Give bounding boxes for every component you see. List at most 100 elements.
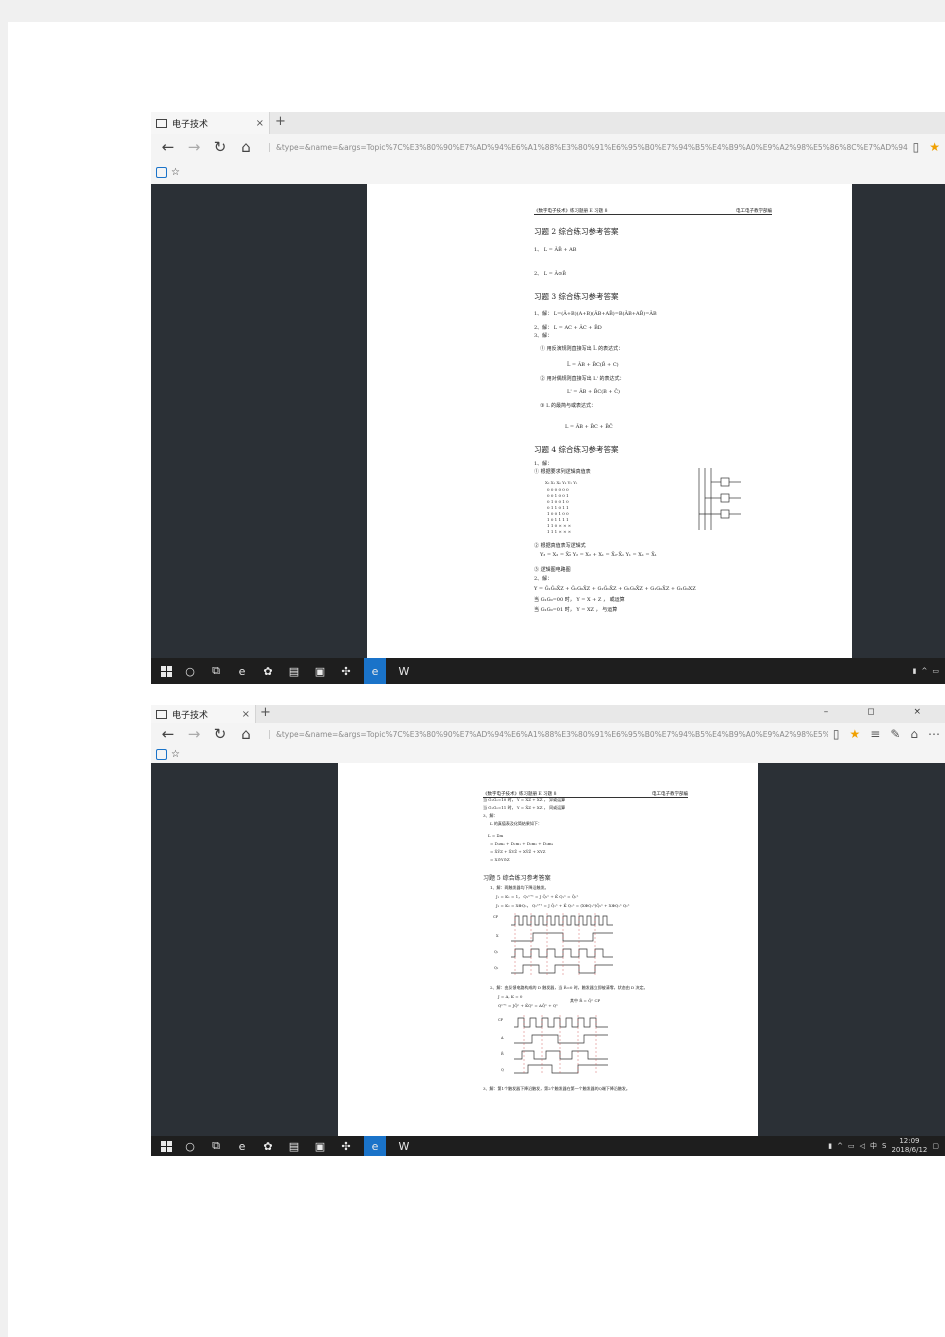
sogou-icon[interactable]: S (882, 1142, 886, 1150)
store-icon[interactable]: ▣ (312, 1140, 328, 1153)
formula-line: = D₀m₀ + D₁m₁ + D₂m₂ + D₃m₃ (490, 841, 554, 846)
answer-line: L 的真值表及化简结果如下： (490, 821, 542, 826)
tab-title: 电子技术 (172, 710, 209, 721)
answer-line: 1、解： (534, 461, 553, 467)
tab-close-icon[interactable]: × (242, 709, 250, 720)
answer-line: ① 用反演规则直接写出 L̄ 的表达式： (540, 346, 624, 352)
back-arrow-icon[interactable]: ← (159, 725, 177, 743)
answer-line: 3、解： (534, 333, 553, 339)
wave-label: Q₂ (494, 966, 499, 970)
refresh-icon[interactable]: ↻ (211, 725, 229, 743)
reading-view-icon[interactable]: ▯ (833, 727, 840, 741)
show-hidden-icons-icon[interactable]: ^ (837, 1142, 843, 1150)
answer-line: 当 G₁G₀=10 时， Y = X̄Z + X̄Z ， 异或运算 (483, 797, 566, 802)
forward-arrow-icon[interactable]: → (185, 138, 203, 156)
battery-icon[interactable]: ▮ (913, 667, 917, 675)
answer-line: ② 根据真值表写逻辑式 (534, 543, 586, 549)
formula-line: J₁ = K₁ = 1， Q₁ⁿ⁺¹ = J Q̄₁ⁿ + K̄ Q₁ⁿ = Q… (496, 894, 579, 899)
reader-icon[interactable] (156, 166, 167, 178)
truth-table-row: 0 1 0 0 1 0 (547, 499, 569, 504)
taskbar: ○ ⧉ e ✿ ▤ ▣ ✣ e W ▮ ^ ▭ ◁ 中 S 12:09 2018… (151, 1136, 945, 1156)
page-icon (156, 709, 167, 719)
cortana-icon[interactable]: ○ (182, 1140, 198, 1153)
favorites-star-icon[interactable]: ☆ (171, 167, 180, 178)
reader-icon[interactable] (156, 748, 167, 760)
file-explorer-icon[interactable]: ▤ (286, 665, 302, 678)
edge-browser-icon[interactable]: e (364, 1136, 386, 1156)
cortana-icon[interactable]: ○ (182, 665, 198, 678)
refresh-icon[interactable]: ↻ (211, 138, 229, 156)
favorites-star-icon[interactable]: ☆ (171, 749, 180, 760)
wps-icon[interactable]: W (396, 1140, 412, 1153)
ie-icon[interactable]: e (234, 1140, 250, 1153)
formula-line: Y = Ḡ₁Ḡ₀X̄Z + Ḡ₁G₀X̄Z + G₁Ḡ₀X̄Z + G₁G₀X̄… (534, 586, 696, 592)
browser-tab[interactable]: 电子技术 × (151, 705, 256, 723)
truth-table-row: 0 0 1 0 0 1 (547, 493, 569, 498)
answer-line: 当 G₁G₀=11 时， Y = X̄Z + XZ ， 同或运算 (483, 805, 566, 810)
windows-start-icon[interactable] (161, 665, 172, 677)
answer-line: 1、解： L=(Ā+B)(A+B)(ĀB+AB̄)=B(ĀB+AB̄)=ĀB (534, 311, 657, 317)
wave-label: Q₁ (494, 950, 499, 954)
share-icon[interactable]: ⌂ (910, 727, 918, 741)
waveform-diagram-2 (514, 1015, 608, 1075)
title-bar: 电子技术 × + – ◻ × (151, 705, 945, 724)
page-header-left: 《数字电子技术》练习题册 E 习题 8 (534, 209, 608, 214)
clock-time: 12:09 (899, 1137, 920, 1145)
reading-view-icon[interactable]: ▯ (913, 140, 920, 154)
show-hidden-icons-icon[interactable]: ^ (922, 667, 928, 675)
formula-line: J = A, K = 0 (498, 994, 523, 999)
store-icon[interactable]: ▣ (312, 665, 328, 678)
formula-line: J₂ = K₂ = X⊕Q₁， Q₂ⁿ⁺¹ = J Q̄₂ⁿ + K̄ Q₂ⁿ … (496, 903, 630, 908)
back-arrow-icon[interactable]: ← (159, 138, 177, 156)
address-bar[interactable]: &type=&name=&args=Topic%7C%E3%80%90%E7%A… (269, 142, 908, 152)
new-tab-button[interactable]: + (275, 114, 286, 129)
home-icon[interactable]: ⌂ (237, 725, 255, 743)
wave-label: CP (498, 1018, 504, 1022)
web-note-icon[interactable]: ✎ (890, 727, 900, 741)
tab-close-icon[interactable]: × (256, 118, 264, 129)
ie-icon[interactable]: e (234, 665, 250, 678)
pinwheel-app-icon[interactable]: ✣ (338, 665, 354, 678)
window-controls[interactable]: – ◻ × (824, 707, 939, 717)
browser-tab[interactable]: 电子技术 × (151, 112, 270, 134)
formula-line: = X⊙Y⊙Z (490, 857, 510, 862)
hub-icon[interactable]: ≡ (870, 727, 880, 741)
address-bar[interactable]: &type=&name=&args=Topic%7C%E3%80%90%E7%A… (269, 729, 828, 739)
home-icon[interactable]: ⌂ (237, 138, 255, 156)
volume-icon[interactable]: ◁ (860, 1142, 865, 1150)
ime-indicator[interactable]: 中 (870, 1141, 877, 1151)
favorite-star-icon[interactable]: ★ (849, 727, 860, 741)
title-bar: 电子技术 × + (151, 112, 945, 135)
answer-line: 2、解： (534, 576, 553, 582)
edge-browser-icon[interactable]: e (364, 658, 386, 684)
network-icon[interactable]: ▭ (848, 1142, 855, 1150)
windows-start-icon[interactable] (161, 1140, 172, 1152)
app-icon[interactable]: ✿ (260, 1140, 276, 1153)
task-view-icon[interactable]: ⧉ (208, 1139, 224, 1153)
forward-arrow-icon[interactable]: → (185, 725, 203, 743)
app-icon[interactable]: ✿ (260, 665, 276, 678)
pinwheel-app-icon[interactable]: ✣ (338, 1140, 354, 1153)
network-icon[interactable]: ▭ (932, 667, 939, 675)
notification-icon[interactable]: ▢ (932, 1142, 939, 1150)
formula-line: 其中 R̄ = Q̄ⁿ CP (570, 998, 601, 1003)
viewer-area: 《数字电子技术》练习题册 E 习题 8 电工电子教学部编 当 G₁G₀=10 时… (151, 763, 945, 1136)
formula-line: Qⁿ⁺¹ = JQ̄ⁿ + K̄Qⁿ = AQ̄ⁿ + Qⁿ (498, 1003, 558, 1008)
wave-label: A (501, 1036, 504, 1040)
task-view-icon[interactable]: ⧉ (208, 664, 224, 678)
logic-circuit-diagram (698, 468, 741, 530)
answer-line: ① 根据要求列逻辑真值表 (534, 469, 591, 475)
battery-icon[interactable]: ▮ (828, 1142, 832, 1150)
truth-table-row: 1 1 0 × × × (547, 523, 572, 528)
formula-line: = X̄ȲZ + X̄YZ̄ + XȲZ̄ + XYZ (490, 849, 546, 854)
file-explorer-icon[interactable]: ▤ (286, 1140, 302, 1153)
formula-line: L' = ĀB + B̄C(B + C̄) (567, 389, 620, 395)
more-icon[interactable]: ⋯ (928, 727, 940, 741)
waveform-diagram-1 (511, 913, 613, 977)
wps-icon[interactable]: W (396, 665, 412, 678)
answer-line: 3、解： (483, 813, 498, 818)
system-clock[interactable]: 12:09 2018/6/12 (891, 1137, 927, 1155)
favorite-star-icon[interactable]: ★ (929, 140, 940, 154)
new-tab-button[interactable]: + (260, 705, 271, 720)
answer-line: 当 G₁G₀=00 时， Y = X + Z ， 或运算 (534, 597, 625, 603)
